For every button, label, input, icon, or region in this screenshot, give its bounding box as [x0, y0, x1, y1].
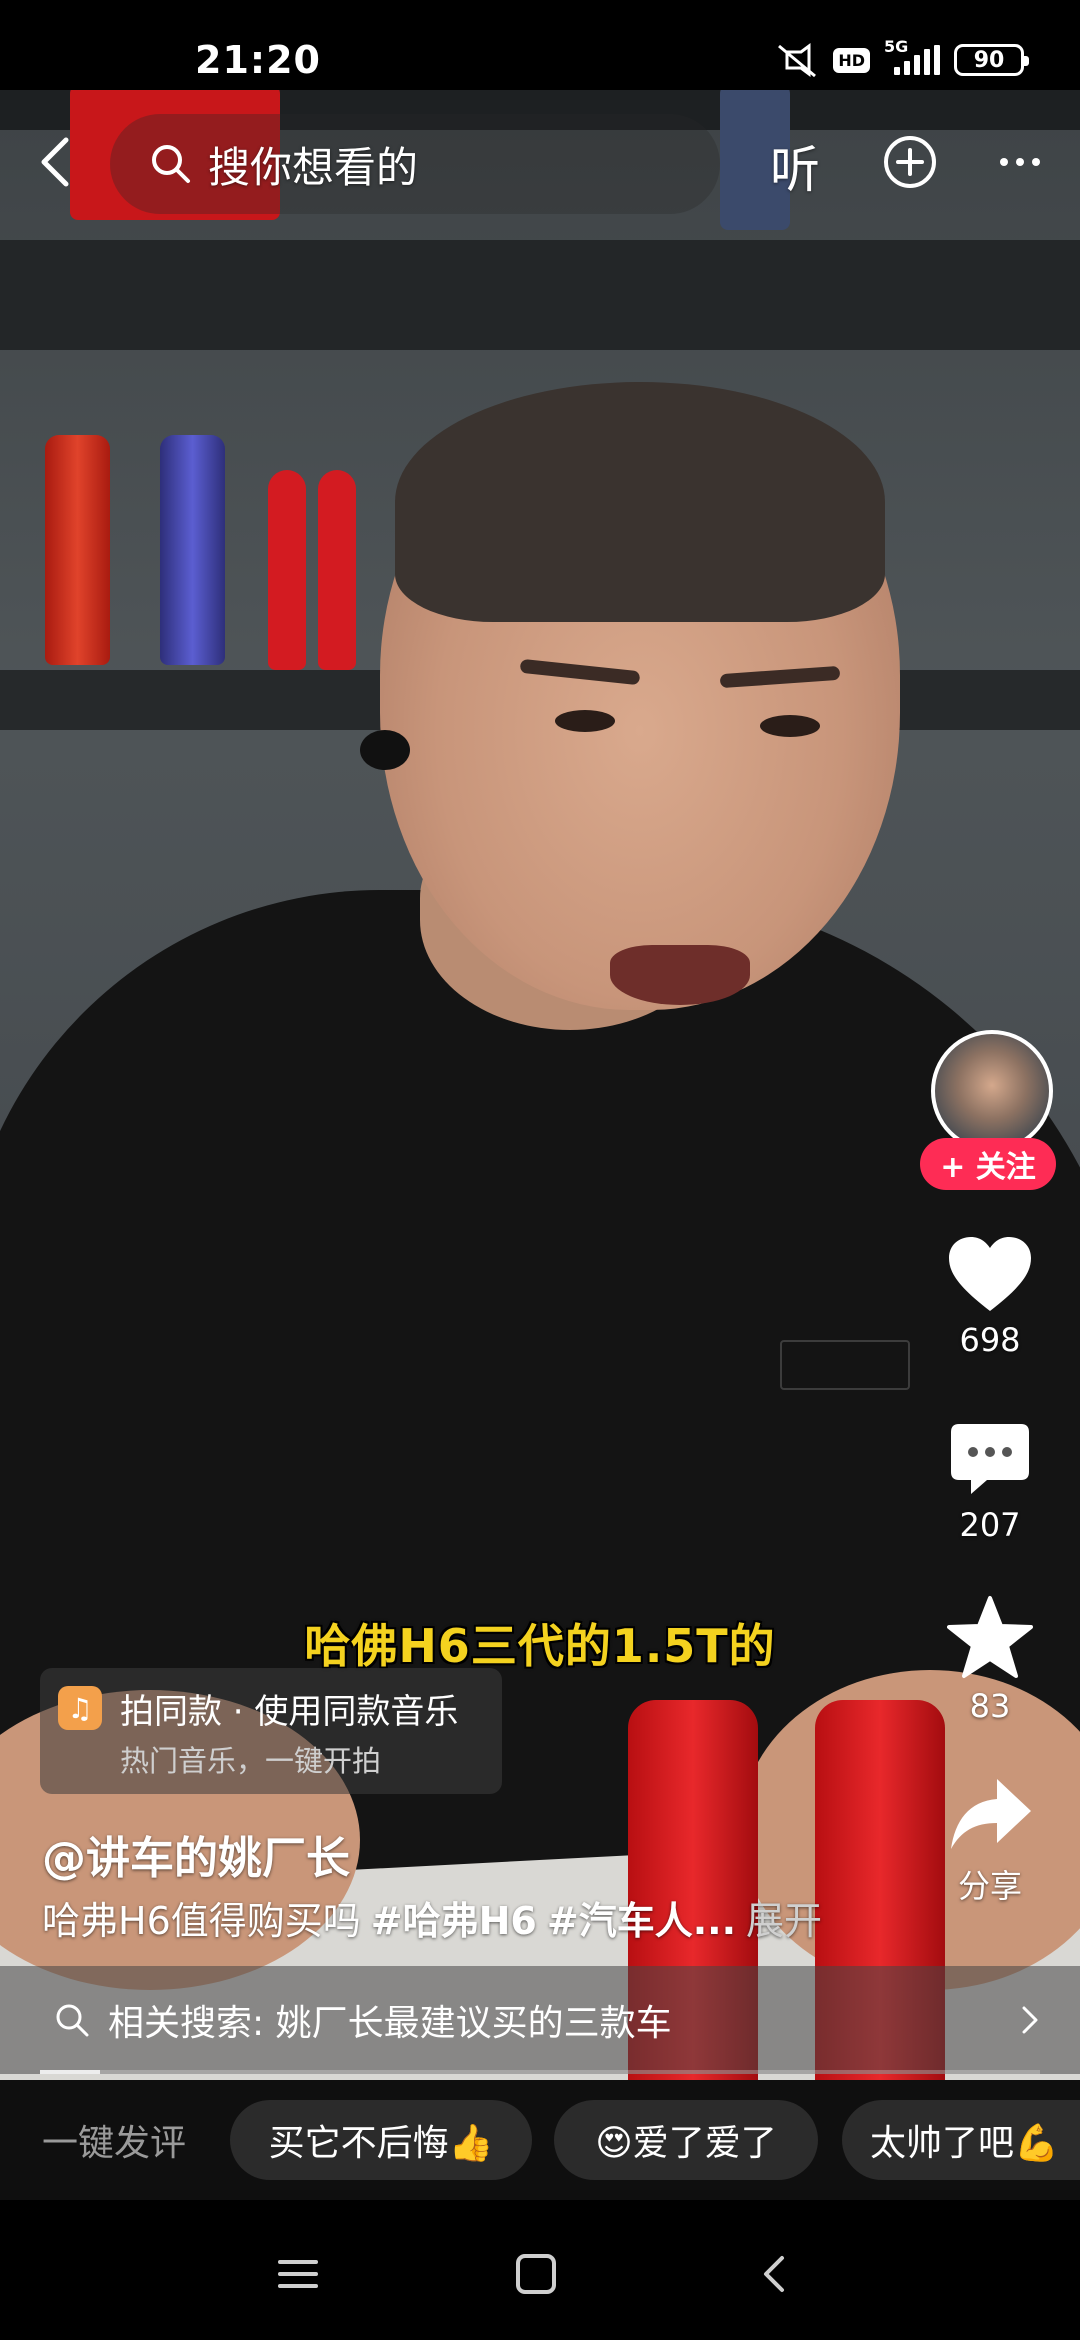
- comment-count: 207: [959, 1506, 1021, 1544]
- related-search-text: 相关搜索: 姚厂长最建议买的三款车: [108, 2003, 672, 2044]
- battery-icon: 90: [954, 44, 1029, 76]
- signal-icon: 5G: [884, 37, 940, 75]
- quick-comment-label: 一键发评: [42, 2123, 187, 2164]
- listen-button[interactable]: 听: [770, 130, 820, 202]
- battery-level: 90: [973, 47, 1005, 73]
- chevron-right-icon: [1022, 2006, 1038, 2034]
- top-bar: 搜你想看的 听: [0, 110, 1080, 218]
- status-time: 21:20: [195, 38, 321, 82]
- home-icon[interactable]: [506, 2244, 566, 2304]
- music-icon: ♫: [58, 1686, 102, 1730]
- shelf-product: [318, 470, 356, 670]
- hd-badge: HD: [833, 47, 870, 73]
- mouth: [610, 945, 750, 1005]
- menu-icon[interactable]: [268, 2244, 328, 2304]
- avatar[interactable]: [931, 1030, 1053, 1152]
- shelf-product: [45, 435, 110, 665]
- expand-link[interactable]: 展开: [746, 1899, 822, 1943]
- share-button[interactable]: 分享: [920, 1775, 1060, 1907]
- follow-button[interactable]: + 关注: [920, 1138, 1056, 1190]
- use-music-card[interactable]: ♫ 拍同款 · 使用同款音乐 热门音乐，一键开拍: [40, 1668, 502, 1794]
- shelf-product: [160, 435, 225, 665]
- search-icon: [56, 2004, 89, 2037]
- share-icon: [951, 1779, 1031, 1849]
- star-icon: [947, 1596, 1033, 1678]
- description-text: 哈弗H6值得购买吗: [42, 1899, 361, 1943]
- mute-vibrate-icon: [778, 43, 817, 78]
- share-label: 分享: [957, 1867, 1022, 1905]
- more-icon[interactable]: [990, 132, 1050, 192]
- status-bar: 21:20 HD 5G 90: [0, 0, 1080, 90]
- earbud: [360, 730, 410, 770]
- music-title: 拍同款 · 使用同款音乐: [120, 1692, 459, 1732]
- search-placeholder: 搜你想看的: [208, 142, 419, 192]
- add-icon[interactable]: [880, 132, 940, 192]
- hashtag[interactable]: #哈弗H6: [371, 1899, 537, 1943]
- quick-comment-chip[interactable]: 😍爱了爱了: [554, 2100, 818, 2180]
- favorite-button[interactable]: 83: [920, 1595, 1060, 1725]
- video-subtitle: 哈佛H6三代的1.5T的: [304, 1619, 776, 1673]
- hashtag[interactable]: #汽车人...: [547, 1899, 736, 1943]
- person-hair: [395, 382, 885, 622]
- like-button[interactable]: 698: [920, 1235, 1060, 1359]
- quick-comment-bar: 一键发评 买它不后悔👍 😍爱了爱了 太帅了吧💪: [0, 2080, 1080, 2200]
- back-nav-icon[interactable]: [746, 2244, 806, 2304]
- heart-icon: [949, 1237, 1031, 1311]
- eye: [760, 715, 820, 737]
- status-icons: HD 5G 90: [775, 37, 1029, 80]
- back-icon[interactable]: [28, 132, 88, 192]
- like-count: 698: [959, 1321, 1021, 1359]
- playback-progress[interactable]: [40, 2070, 1040, 2074]
- related-search-bar[interactable]: 相关搜索: 姚厂长最建议买的三款车: [0, 1966, 1080, 2074]
- eye: [555, 710, 615, 732]
- video-description: 哈弗H6值得购买吗 #哈弗H6 #汽车人... 展开: [42, 1890, 822, 1945]
- quick-comment-chip[interactable]: 买它不后悔👍: [230, 2100, 532, 2180]
- music-subtitle: 热门音乐，一键开拍: [120, 1744, 382, 1778]
- favorite-count: 83: [969, 1687, 1011, 1725]
- author-name[interactable]: @讲车的姚厂长: [42, 1822, 350, 1886]
- playback-progress-fill: [40, 2070, 100, 2074]
- shelf: [0, 240, 1080, 350]
- comment-icon: [951, 1424, 1029, 1494]
- shirt-logo: [780, 1340, 910, 1390]
- shelf-product: [268, 470, 306, 670]
- network-type: 5G: [884, 37, 909, 56]
- quick-comment-chip[interactable]: 太帅了吧💪: [842, 2100, 1080, 2180]
- search-input[interactable]: 搜你想看的: [110, 114, 720, 214]
- system-nav-bar: [0, 2200, 1080, 2340]
- search-icon: [152, 145, 190, 183]
- comment-button[interactable]: 207: [920, 1420, 1060, 1544]
